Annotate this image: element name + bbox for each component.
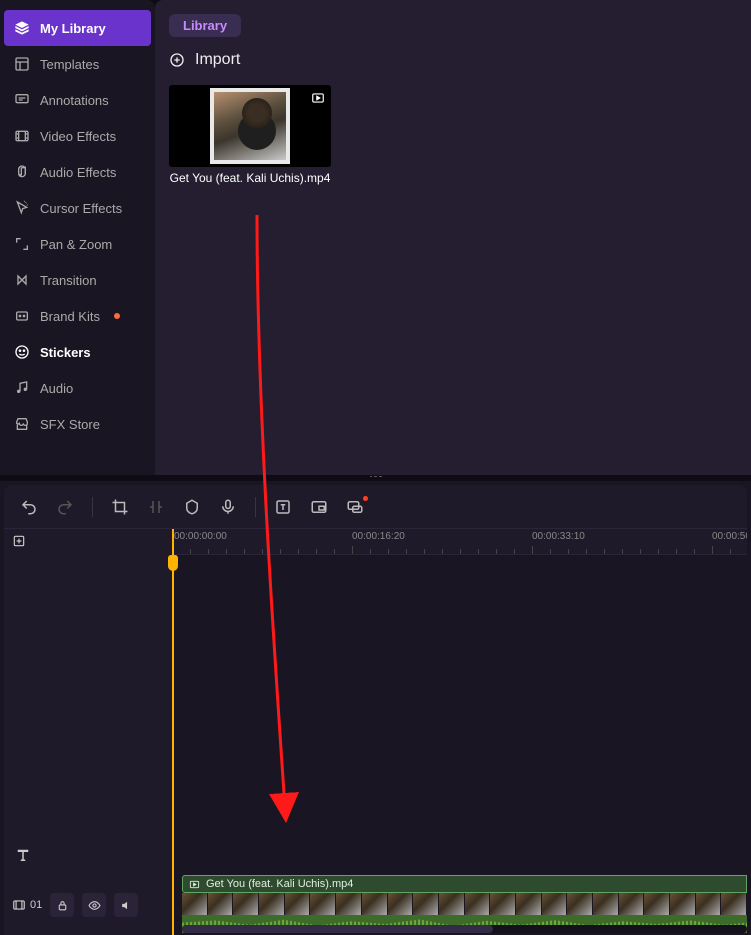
ruler-mark: 00:00:00:00 (174, 531, 227, 542)
sidebar-item-my-library[interactable]: My Library (4, 10, 151, 46)
mute-button[interactable] (114, 893, 138, 917)
media-clip[interactable]: Get You (feat. Kali Uchis).mp4 (169, 85, 331, 185)
plus-circle-icon (169, 52, 185, 68)
template-icon (14, 56, 30, 72)
undo-button[interactable] (20, 498, 38, 516)
record-screen-button[interactable] (346, 498, 364, 516)
timeline-clip[interactable]: Get You (feat. Kali Uchis).mp4 (182, 875, 747, 893)
tracks-header: 01 (4, 529, 172, 935)
split-button[interactable] (147, 498, 165, 516)
brand-kits-icon (14, 308, 30, 324)
timeline-clip-label: Get You (feat. Kali Uchis).mp4 (206, 878, 353, 890)
timeline-scrollbar[interactable] (182, 925, 747, 933)
sidebar-item-label: SFX Store (40, 417, 100, 432)
sidebar-item-label: Audio (40, 381, 73, 396)
sidebar-item-templates[interactable]: Templates (0, 46, 155, 82)
layers-icon (14, 20, 30, 36)
crop-button[interactable] (111, 498, 129, 516)
ruler-mark: 00:00:33:10 (532, 531, 585, 542)
sidebar-item-brand-kits[interactable]: Brand Kits (0, 298, 155, 334)
text-button[interactable] (274, 498, 292, 516)
pan-zoom-icon (14, 236, 30, 252)
transition-icon (14, 272, 30, 288)
pip-button[interactable] (310, 498, 328, 516)
record-indicator-dot (363, 496, 368, 501)
redo-button[interactable] (56, 498, 74, 516)
playhead[interactable] (172, 529, 174, 935)
lock-button[interactable] (50, 893, 74, 917)
sidebar-item-label: Audio Effects (40, 165, 116, 180)
marker-button[interactable] (183, 498, 201, 516)
tab-library[interactable]: Library (169, 14, 241, 37)
clip-type-icon (189, 879, 200, 890)
sidebar-item-video-effects[interactable]: Video Effects (0, 118, 155, 154)
sidebar-item-annotations[interactable]: Annotations (0, 82, 155, 118)
sidebar-item-audio[interactable]: Audio (0, 370, 155, 406)
tab-bar: Library (169, 14, 737, 37)
tracks-area[interactable]: 00:00:00:00 00:00:16:20 00:00:33:10 00:0… (172, 529, 747, 935)
audio-icon (14, 380, 30, 396)
scrollbar-thumb[interactable] (182, 925, 493, 933)
media-gallery: Get You (feat. Kali Uchis).mp4 (169, 85, 737, 185)
timeline-panel: 01 00:00:00:00 00:00:16:20 00:00:33:10 0… (4, 485, 747, 935)
timeline-toolbar (4, 485, 747, 529)
ruler-mark: 00:00:50:00 (712, 531, 747, 542)
video-track: Get You (feat. Kali Uchis).mp4 (172, 875, 747, 919)
track-index: 01 (12, 898, 42, 912)
sidebar-item-label: Brand Kits (40, 309, 100, 324)
sidebar-item-audio-effects[interactable]: Audio Effects (0, 154, 155, 190)
library-panel: Library Import Get You (feat. Kali Uchis (155, 0, 751, 475)
video-fx-icon (14, 128, 30, 144)
import-button[interactable]: Import (169, 51, 737, 69)
panel-splitter[interactable] (0, 475, 751, 481)
text-track-button[interactable] (4, 835, 172, 875)
new-badge-dot (114, 313, 120, 319)
annotation-icon (14, 92, 30, 108)
audio-fx-icon (14, 164, 30, 180)
sidebar-item-label: Transition (40, 273, 97, 288)
sidebar-item-label: My Library (40, 21, 106, 36)
import-label: Import (195, 51, 240, 69)
video-badge-icon (311, 91, 325, 105)
sidebar-item-label: Video Effects (40, 129, 116, 144)
sidebar-item-transition[interactable]: Transition (0, 262, 155, 298)
visibility-button[interactable] (82, 893, 106, 917)
frames-strip (182, 893, 747, 915)
media-clip-title: Get You (feat. Kali Uchis).mp4 (169, 171, 331, 185)
track-controls: 01 (4, 875, 172, 935)
media-thumbnail (169, 85, 331, 167)
time-ruler[interactable]: 00:00:00:00 00:00:16:20 00:00:33:10 00:0… (172, 529, 747, 555)
sidebar-item-label: Templates (40, 57, 99, 72)
sidebar-item-stickers[interactable]: Stickers (0, 334, 155, 370)
cursor-fx-icon (14, 200, 30, 216)
sidebar-item-label: Stickers (40, 345, 91, 360)
sfx-store-icon (14, 416, 30, 432)
mic-button[interactable] (219, 498, 237, 516)
add-track-button[interactable] (4, 529, 172, 553)
sidebar-item-sfx-store[interactable]: SFX Store (0, 406, 155, 442)
ruler-mark: 00:00:16:20 (352, 531, 405, 542)
sidebar-item-label: Annotations (40, 93, 109, 108)
stickers-icon (14, 344, 30, 360)
sidebar-item-pan-zoom[interactable]: Pan & Zoom (0, 226, 155, 262)
sidebar-item-label: Cursor Effects (40, 201, 122, 216)
sidebar: My Library Templates Annotations Video E… (0, 0, 155, 475)
sidebar-item-cursor-effects[interactable]: Cursor Effects (0, 190, 155, 226)
sidebar-item-label: Pan & Zoom (40, 237, 112, 252)
